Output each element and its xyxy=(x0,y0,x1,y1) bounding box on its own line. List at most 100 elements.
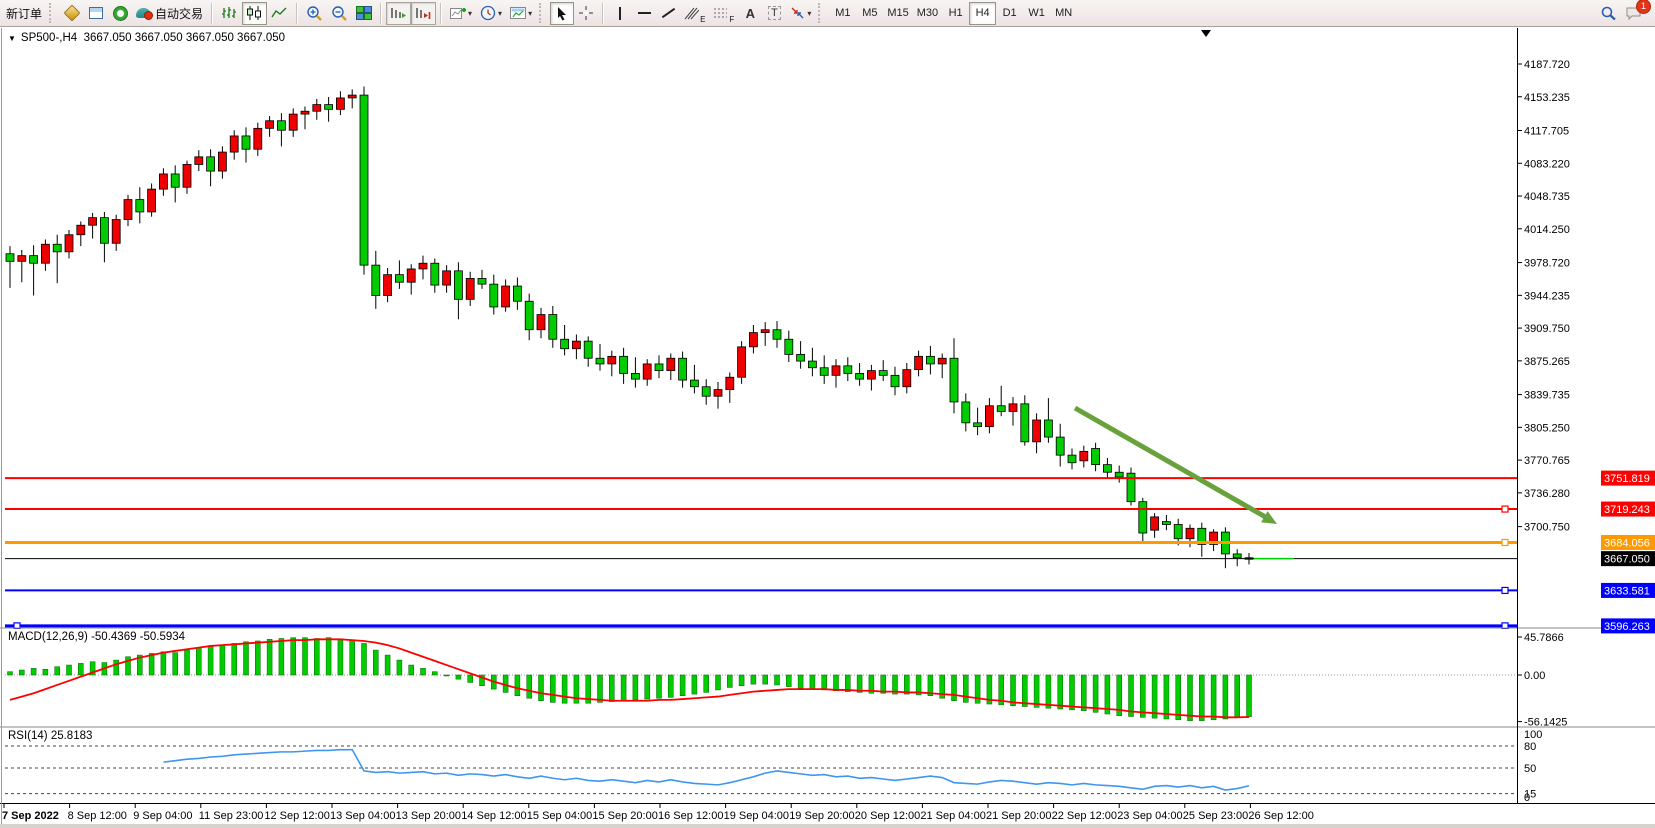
search-button[interactable] xyxy=(1596,2,1621,25)
zoom-in-icon xyxy=(306,5,323,21)
macd-histogram-bar xyxy=(78,663,83,675)
text-button[interactable]: A xyxy=(738,2,762,25)
navigator-button[interactable] xyxy=(108,2,132,25)
new-order-button[interactable]: 新订单 xyxy=(2,2,46,25)
fibonacci-button[interactable]: F xyxy=(709,2,738,25)
rsi-axis-label: 80 xyxy=(1524,741,1536,753)
timeframe-m1-button[interactable]: M1 xyxy=(829,2,856,25)
candle-body xyxy=(950,358,958,402)
price-badge-label: 3633.581 xyxy=(1604,585,1650,597)
autoscroll-button[interactable] xyxy=(386,2,411,25)
arrows-tool-button[interactable]: ▾ xyxy=(786,2,815,25)
candle-body xyxy=(690,380,698,387)
text-label-button[interactable]: T xyxy=(762,2,786,25)
price-axis-label: 3736.280 xyxy=(1524,488,1570,500)
candle-body xyxy=(856,373,864,379)
timeframe-h4-button[interactable]: H4 xyxy=(969,2,996,25)
price-axis-label: 4083.220 xyxy=(1524,158,1570,170)
candle-body xyxy=(773,330,781,340)
chart-bars-button[interactable] xyxy=(217,2,242,25)
timeframe-w1-button[interactable]: W1 xyxy=(1023,2,1050,25)
autotrade-button[interactable]: 自动交易 xyxy=(132,2,207,25)
candle-body xyxy=(360,95,368,265)
time-axis-label: 8 Sep 12:00 xyxy=(68,810,127,822)
timeframe-h1-button[interactable]: H1 xyxy=(942,2,969,25)
macd-histogram-bar xyxy=(810,675,815,689)
chart-shift-icon xyxy=(415,6,432,20)
cursor-button[interactable] xyxy=(550,2,574,25)
candle-body xyxy=(1162,522,1170,525)
macd-histogram-bar xyxy=(1188,675,1193,721)
candle-body xyxy=(478,278,486,284)
price-axis-label: 3839.735 xyxy=(1524,390,1570,402)
candle-body xyxy=(18,256,26,262)
candle-body xyxy=(325,105,333,110)
candle-body xyxy=(761,330,769,333)
macd-histogram-bar xyxy=(1081,675,1086,711)
zoom-in-button[interactable] xyxy=(302,2,327,25)
autotrade-label: 自动交易 xyxy=(155,5,203,22)
zoom-out-button[interactable] xyxy=(327,2,352,25)
candle-body xyxy=(41,244,49,263)
horizontal-line-button[interactable] xyxy=(632,2,656,25)
indicators-button[interactable]: ▾ xyxy=(446,2,476,25)
trendline-button[interactable] xyxy=(656,2,680,25)
macd-histogram-bar xyxy=(185,650,190,675)
time-axis-label: 20 Sep 12:00 xyxy=(855,810,920,822)
toolbar-grip xyxy=(818,3,825,23)
symbol-dropdown-icon[interactable]: ▼ xyxy=(8,34,16,43)
zoom-out-icon xyxy=(331,5,348,21)
macd-histogram-bar xyxy=(232,643,237,675)
price-axis[interactable] xyxy=(1518,28,1655,803)
macd-histogram-bar xyxy=(834,675,839,691)
periods-button[interactable]: ▾ xyxy=(476,2,506,25)
macd-indicator-label: MACD(12,26,9) -50.4369 -50.5934 xyxy=(8,631,185,643)
window-bottom-edge xyxy=(0,824,1655,828)
timeframe-m5-button[interactable]: M5 xyxy=(856,2,883,25)
chart-plot-area[interactable] xyxy=(5,28,1517,627)
price-axis-label: 3944.235 xyxy=(1524,290,1570,302)
line-marker[interactable] xyxy=(1502,506,1508,512)
candle-body xyxy=(124,200,132,220)
time-axis-label: 19 Sep 04:00 xyxy=(724,810,789,822)
timeframe-d1-button[interactable]: D1 xyxy=(996,2,1023,25)
macd-histogram-bar xyxy=(161,652,166,675)
macd-histogram-bar xyxy=(1211,675,1216,720)
vertical-line-button[interactable] xyxy=(608,2,632,25)
tile-windows-button[interactable] xyxy=(352,2,376,25)
line-marker[interactable] xyxy=(1502,587,1508,593)
candle-body xyxy=(1103,465,1111,473)
time-axis-label: 11 Sep 23:00 xyxy=(199,810,264,822)
notifications-button[interactable]: 1 xyxy=(1621,2,1647,25)
data-window-button[interactable] xyxy=(84,2,108,25)
candle-body xyxy=(785,339,793,354)
timeframe-mn-button[interactable]: MN xyxy=(1050,2,1077,25)
macd-histogram-bar xyxy=(1070,675,1075,710)
ohlc-values: 3667.050 3667.050 3667.050 3667.050 xyxy=(84,32,285,44)
candle-body xyxy=(643,364,651,379)
timeframe-m15-button[interactable]: M15 xyxy=(883,2,912,25)
chart-candles-button[interactable] xyxy=(242,2,267,25)
macd-histogram-bar xyxy=(114,660,119,675)
macd-histogram-bar xyxy=(1140,675,1145,717)
macd-histogram-bar xyxy=(952,675,957,701)
chart-shift-button[interactable] xyxy=(411,2,436,25)
macd-histogram-bar xyxy=(704,675,709,692)
market-watch-button[interactable] xyxy=(60,2,84,25)
timeframe-m30-button[interactable]: M30 xyxy=(913,2,942,25)
line-marker[interactable] xyxy=(1502,539,1508,545)
macd-histogram-bar xyxy=(904,675,909,694)
crosshair-button[interactable] xyxy=(574,2,598,25)
templates-button[interactable]: ▾ xyxy=(506,2,536,25)
time-axis-label: 13 Sep 20:00 xyxy=(396,810,461,822)
candle-body xyxy=(1068,455,1076,463)
candle-body xyxy=(207,157,215,171)
price-axis-label: 3770.765 xyxy=(1524,455,1570,467)
channel-button[interactable]: E xyxy=(680,2,709,25)
candle-body xyxy=(1033,420,1041,442)
candle-body xyxy=(30,256,38,264)
macd-histogram-bar xyxy=(881,675,886,693)
candle-body xyxy=(65,235,73,252)
bar-chart-icon xyxy=(221,6,238,20)
chart-line-button[interactable] xyxy=(267,2,292,25)
